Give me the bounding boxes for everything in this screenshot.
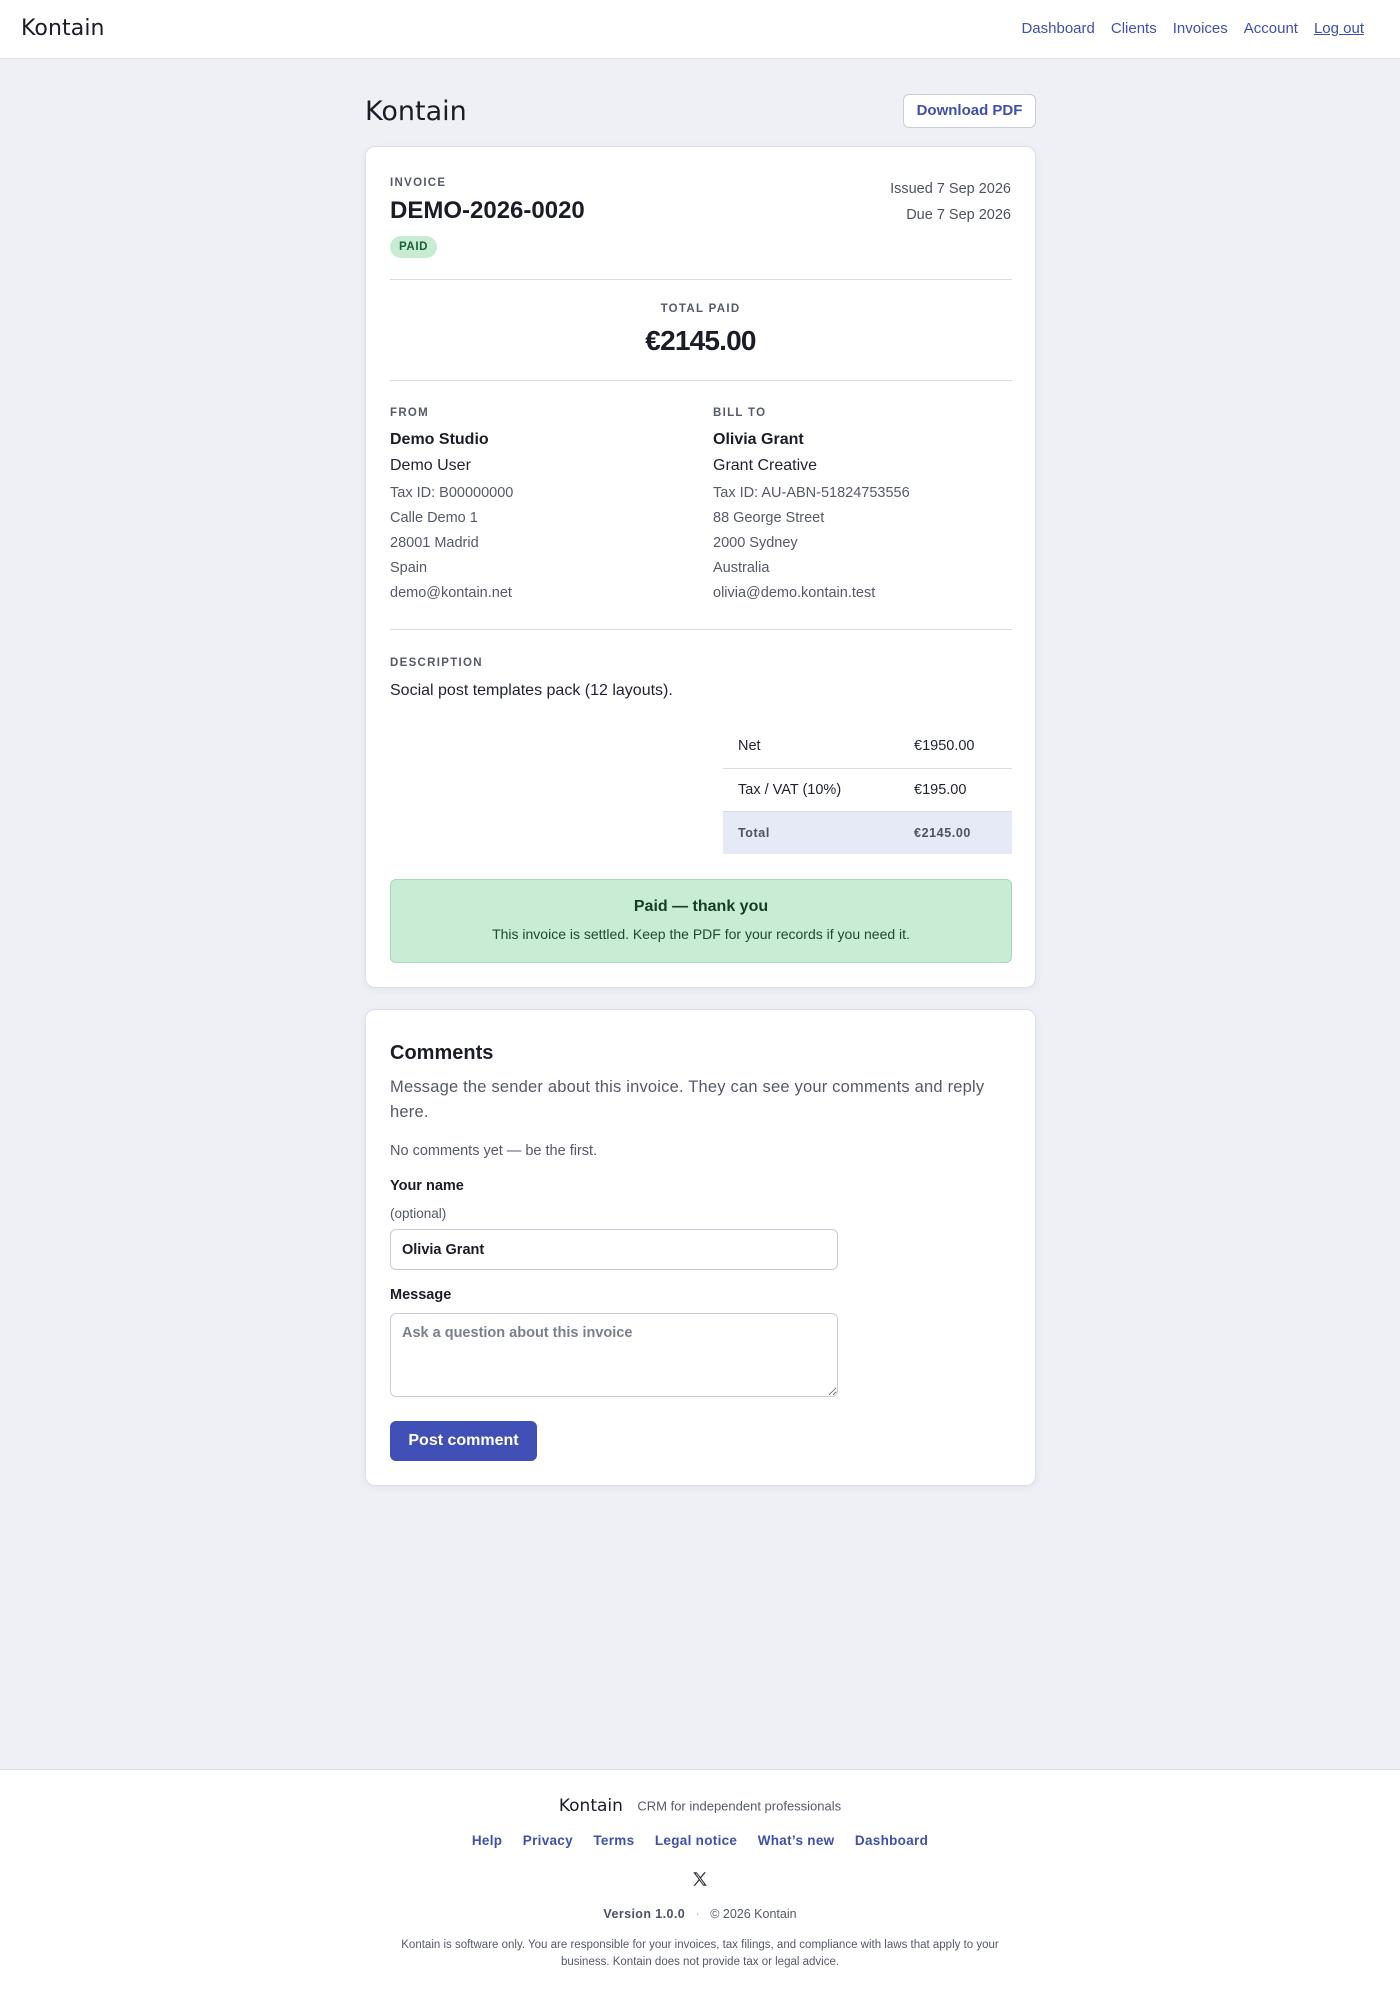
from-section: FROM Demo Studio Demo User Tax ID: B0000… — [390, 407, 690, 606]
footer: Kontain CRM for independent professional… — [0, 1769, 1400, 2000]
message-field-label: Message — [390, 1287, 452, 1303]
bill-to-label: BILL TO — [713, 407, 767, 419]
from-contact: Demo User — [390, 457, 471, 474]
comments-card: Comments Message the sender about this i… — [365, 1009, 1036, 1486]
totals-row-tax: Tax / VAT (10%) €195.00 — [723, 768, 1012, 812]
footer-link-privacy[interactable]: Privacy — [523, 1833, 573, 1848]
invoice-label: INVOICE — [390, 177, 447, 189]
net-value: €1950.00 — [904, 725, 1012, 769]
bill-to-email: olivia@demo.kontain.test — [713, 585, 876, 601]
page-title: Kontain — [365, 96, 467, 127]
paid-notice-title: Paid — thank you — [633, 898, 769, 915]
bill-to-company: Grant Creative — [713, 457, 818, 474]
brand-logo[interactable]: Kontain — [21, 16, 105, 41]
nav-link-dashboard[interactable]: Dashboard — [1021, 20, 1094, 37]
bill-to-tax-id: Tax ID: AU-ABN-51824753556 — [713, 485, 910, 501]
post-comment-button[interactable]: Post comment — [390, 1421, 537, 1461]
tax-label: Tax / VAT (10%) — [723, 768, 905, 812]
from-label: FROM — [390, 407, 430, 419]
bill-to-name: Olivia Grant — [713, 431, 804, 448]
net-label: Net — [723, 725, 905, 769]
divider — [390, 629, 1012, 630]
status-badge: PAID — [390, 236, 438, 258]
version-separator: · — [695, 1907, 700, 1921]
comments-subtitle: Message the sender about this invoice. T… — [390, 1078, 985, 1121]
paid-notice-text: This invoice is settled. Keep the PDF fo… — [492, 926, 910, 942]
from-email: demo@kontain.net — [390, 585, 512, 601]
nav-links: Dashboard Clients Invoices Account Log o… — [1005, 20, 1364, 37]
divider — [390, 380, 1012, 381]
copyright: © 2026 Kontain — [710, 1907, 797, 1921]
issued-date: Issued 7 Sep 2026 — [890, 181, 1011, 197]
footer-version-row: Version 1.0.0 · © 2026 Kontain — [0, 1907, 1400, 1921]
total-label: Total — [723, 811, 905, 854]
paid-notice: Paid — thank you This invoice is settled… — [390, 879, 1012, 963]
from-country: Spain — [390, 560, 428, 576]
download-pdf-button[interactable]: Download PDF — [903, 94, 1036, 128]
version-label: Version 1.0.0 — [603, 1907, 686, 1921]
nav-link-invoices[interactable]: Invoices — [1173, 20, 1228, 37]
bill-to-country: Australia — [713, 560, 770, 576]
name-field-label: Your name — [390, 1178, 464, 1194]
due-date: Due 7 Sep 2026 — [906, 207, 1011, 223]
x-social-icon[interactable] — [691, 1870, 709, 1888]
footer-link-help[interactable]: Help — [472, 1833, 502, 1848]
divider — [390, 279, 1012, 280]
total-value: €2145.00 — [904, 811, 1012, 854]
name-field-optional: (optional) — [390, 1206, 447, 1221]
footer-disclaimer: Kontain is software only. You are respon… — [401, 1939, 999, 1968]
footer-link-legal-notice[interactable]: Legal notice — [655, 1833, 737, 1848]
nav-link-account[interactable]: Account — [1244, 20, 1298, 37]
comments-empty-state: No comments yet — be the first. — [390, 1143, 598, 1159]
bill-to-section: BILL TO Olivia Grant Grant Creative Tax … — [713, 407, 1013, 606]
bill-to-street: 88 George Street — [713, 510, 825, 526]
footer-link-terms[interactable]: Terms — [593, 1833, 634, 1848]
description-text: Social post templates pack (12 layouts). — [390, 682, 673, 699]
from-tax-id: Tax ID: B00000000 — [390, 485, 514, 501]
nav-link-logout[interactable]: Log out — [1314, 20, 1364, 37]
totals-row-net: Net €1950.00 — [723, 725, 1012, 769]
message-input[interactable] — [390, 1313, 838, 1397]
invoice-card: INVOICE DEMO-2026-0020 PAID Issued 7 Sep… — [365, 146, 1036, 988]
from-city: 28001 Madrid — [390, 535, 479, 551]
comments-title: Comments — [390, 1042, 494, 1064]
bill-to-city: 2000 Sydney — [713, 535, 798, 551]
footer-brand[interactable]: Kontain — [559, 1796, 623, 1816]
top-nav: Kontain Dashboard Clients Invoices Accou… — [0, 0, 1400, 59]
from-street: Calle Demo 1 — [390, 510, 478, 526]
description-label: DESCRIPTION — [390, 657, 483, 669]
footer-brand-row: Kontain CRM for independent professional… — [0, 1796, 1400, 1816]
total-paid-value: €2145.00 — [645, 325, 756, 356]
total-paid-label: TOTAL PAID — [660, 303, 741, 315]
totals-table: Net €1950.00 Tax / VAT (10%) €195.00 Tot… — [723, 725, 1012, 854]
footer-links: Help Privacy Terms Legal notice What’s n… — [0, 1832, 1400, 1850]
footer-link-dashboard[interactable]: Dashboard — [855, 1833, 928, 1848]
tax-value: €195.00 — [904, 768, 1012, 812]
name-input[interactable] — [390, 1229, 838, 1270]
totals-row-total: Total €2145.00 — [723, 811, 1012, 854]
footer-tagline: CRM for independent professionals — [637, 1798, 842, 1814]
from-name: Demo Studio — [390, 431, 489, 448]
nav-link-clients[interactable]: Clients — [1111, 20, 1157, 37]
footer-link-whats-new[interactable]: What’s new — [758, 1833, 835, 1848]
invoice-number: DEMO-2026-0020 — [390, 197, 585, 224]
